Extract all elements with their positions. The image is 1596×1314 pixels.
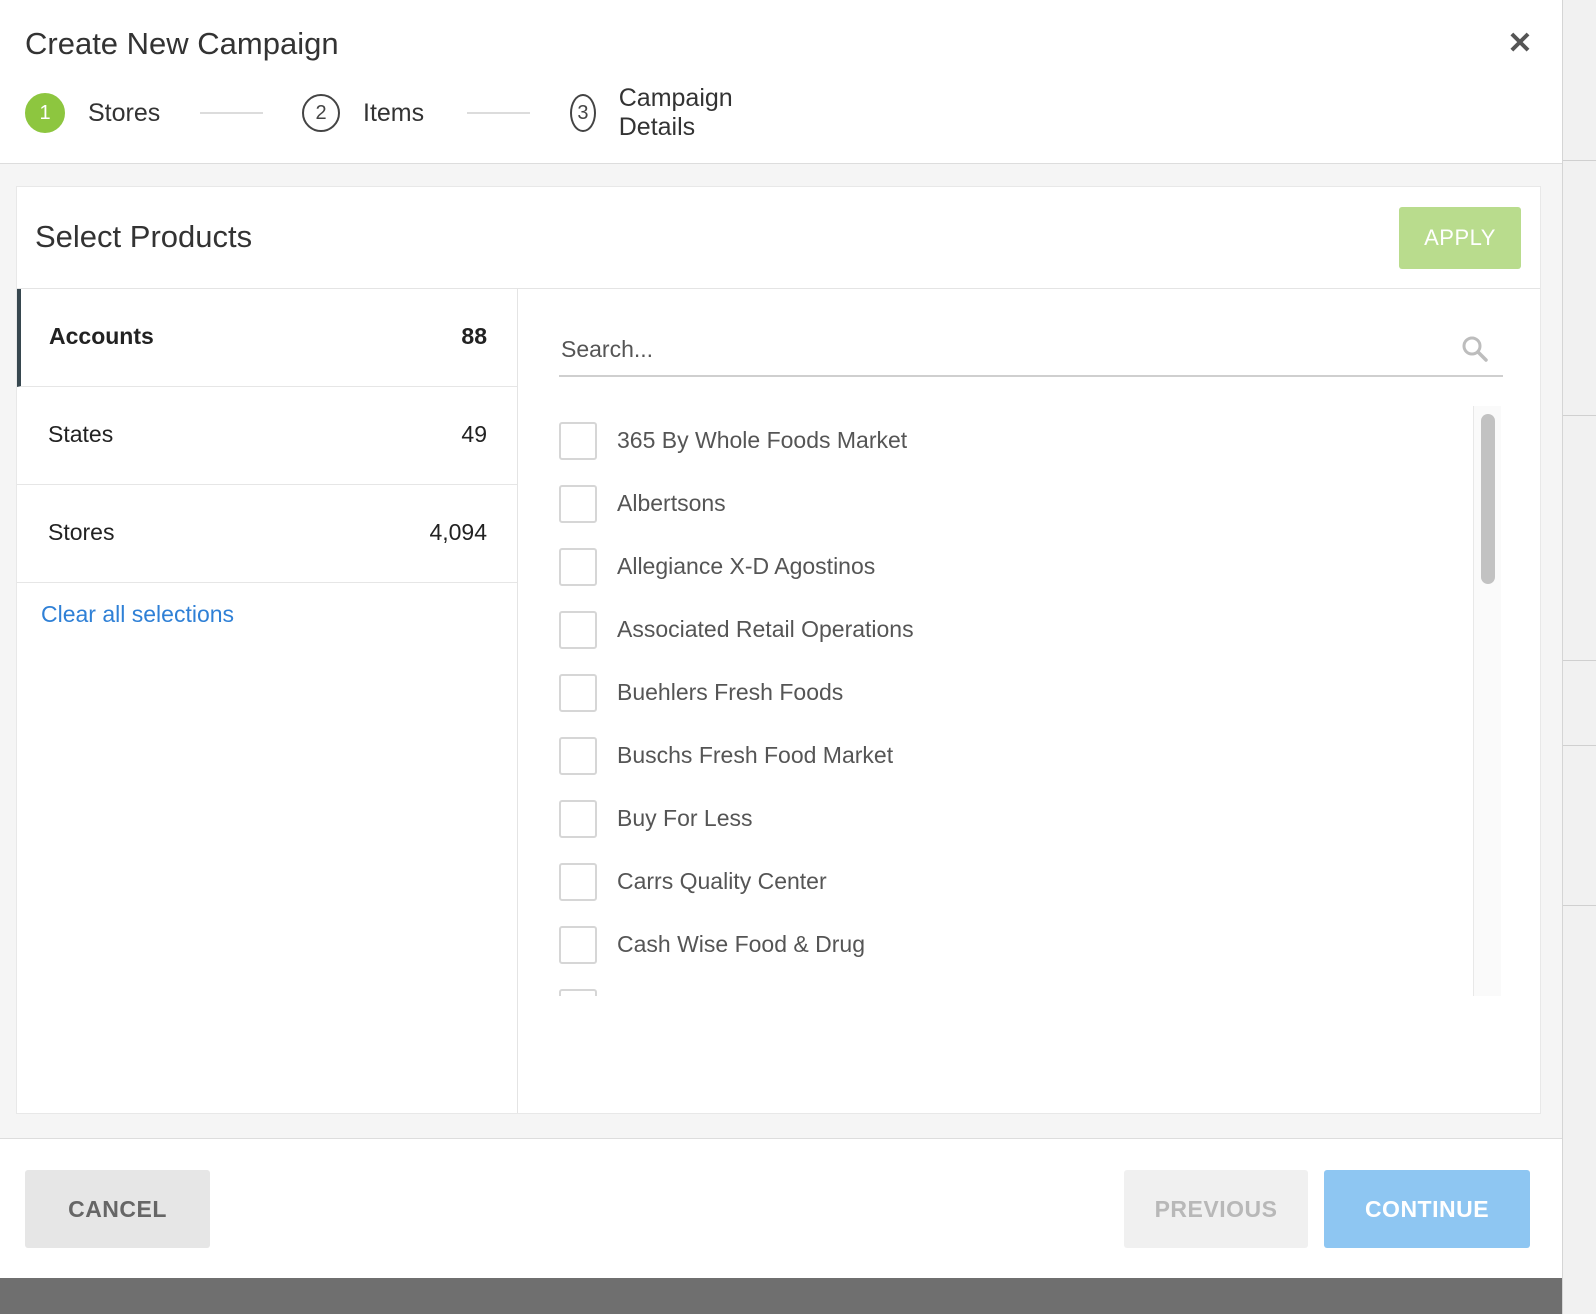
account-list-panel: 365 By Whole Foods Market Albertsons All… xyxy=(518,289,1540,1113)
facet-count: 49 xyxy=(461,421,487,447)
previous-button[interactable]: PREVIOUS xyxy=(1124,1170,1308,1248)
step-label: Stores xyxy=(88,98,161,127)
continue-button[interactable]: CONTINUE xyxy=(1324,1170,1530,1248)
close-icon[interactable]: ✕ xyxy=(1500,24,1540,64)
facet-panel: Accounts 88 States 49 Stores 4,094 Clear… xyxy=(17,289,518,1113)
create-campaign-modal: Create New Campaign ✕ 1 Stores 2 Items 3… xyxy=(0,0,1562,1278)
step-connector xyxy=(200,112,263,114)
list-item[interactable]: Cash Wise Food & Drug xyxy=(559,913,1459,976)
facet-label: Stores xyxy=(48,519,115,545)
modal-body: Select Products APPLY Accounts 88 States… xyxy=(0,164,1562,1138)
list-item[interactable]: Allegiance X-D Agostinos xyxy=(559,535,1459,598)
facet-count: 88 xyxy=(461,323,487,349)
list-item[interactable]: 365 By Whole Foods Market xyxy=(559,409,1459,472)
step-label: Campaign Details xyxy=(618,84,733,141)
modal-header: Create New Campaign ✕ 1 Stores 2 Items 3… xyxy=(0,0,1562,164)
background-divider xyxy=(1563,660,1596,661)
background-page-edge xyxy=(1562,0,1596,1314)
checkbox[interactable] xyxy=(559,673,597,712)
checkbox[interactable] xyxy=(559,547,597,586)
list-item[interactable]: Buschs Fresh Food Market xyxy=(559,724,1459,787)
list-item-label: Associated Retail Operations xyxy=(617,616,914,642)
modal-footer: CANCEL PREVIOUS CONTINUE xyxy=(0,1138,1562,1278)
step-campaign-details[interactable]: 3 Campaign Details xyxy=(570,84,745,141)
apply-button[interactable]: APPLY xyxy=(1399,207,1521,269)
step-items[interactable]: 2 Items xyxy=(302,92,424,134)
step-stores[interactable]: 1 Stores xyxy=(25,92,160,134)
list-item[interactable]: Buy For Less xyxy=(559,787,1459,850)
card-header: Select Products APPLY xyxy=(17,187,1540,289)
list-item-label: 365 By Whole Foods Market xyxy=(617,427,908,453)
cancel-button[interactable]: CANCEL xyxy=(25,1170,210,1248)
facet-label: States xyxy=(48,421,114,447)
facet-label: Accounts xyxy=(49,323,154,349)
facet-accounts[interactable]: Accounts 88 xyxy=(17,289,517,387)
backdrop-overlay xyxy=(0,1278,1562,1314)
list-item-partial[interactable] xyxy=(559,976,1459,996)
step-connector xyxy=(467,112,530,114)
select-products-card: Select Products APPLY Accounts 88 States… xyxy=(16,186,1541,1114)
list-item-label: Allegiance X-D Agostinos xyxy=(617,553,876,579)
facet-count: 4,094 xyxy=(429,519,487,545)
search-field xyxy=(559,325,1503,377)
scrollbar-thumb[interactable] xyxy=(1481,414,1495,584)
account-list: 365 By Whole Foods Market Albertsons All… xyxy=(559,406,1503,996)
background-divider xyxy=(1563,905,1596,906)
list-item[interactable]: Buehlers Fresh Foods xyxy=(559,661,1459,724)
step-number-badge: 3 xyxy=(570,94,596,132)
list-scrollbar[interactable] xyxy=(1473,406,1501,996)
list-item-label: Albertsons xyxy=(617,490,726,516)
step-label: Items xyxy=(363,98,425,127)
checkbox[interactable] xyxy=(559,799,597,838)
card-title: Select Products xyxy=(35,219,253,254)
list-item[interactable]: Albertsons xyxy=(559,472,1459,535)
facet-stores[interactable]: Stores 4,094 xyxy=(17,485,517,583)
background-divider xyxy=(1563,160,1596,161)
checkbox[interactable] xyxy=(559,610,597,649)
checkbox[interactable] xyxy=(559,421,597,460)
background-divider xyxy=(1563,745,1596,746)
step-number-badge: 2 xyxy=(302,94,340,132)
checkbox[interactable] xyxy=(559,484,597,523)
modal-title: Create New Campaign xyxy=(25,26,339,61)
list-item-label: Buschs Fresh Food Market xyxy=(617,742,894,768)
list-item-label: Buehlers Fresh Foods xyxy=(617,679,844,705)
checkbox[interactable] xyxy=(559,736,597,775)
list-item[interactable]: Carrs Quality Center xyxy=(559,850,1459,913)
checkbox[interactable] xyxy=(559,862,597,901)
list-item[interactable]: Associated Retail Operations xyxy=(559,598,1459,661)
search-input[interactable] xyxy=(559,325,1443,373)
search-icon[interactable] xyxy=(1461,335,1489,363)
step-number-badge: 1 xyxy=(25,93,65,133)
list-item-label: Carrs Quality Center xyxy=(617,868,827,894)
list-item-label: Cash Wise Food & Drug xyxy=(617,931,865,957)
background-divider xyxy=(1563,415,1596,416)
checkbox[interactable] xyxy=(559,925,597,964)
checkbox[interactable] xyxy=(559,988,597,996)
clear-all-selections-link[interactable]: Clear all selections xyxy=(41,601,234,628)
list-item-label: Buy For Less xyxy=(617,805,753,831)
facet-states[interactable]: States 49 xyxy=(17,387,517,485)
